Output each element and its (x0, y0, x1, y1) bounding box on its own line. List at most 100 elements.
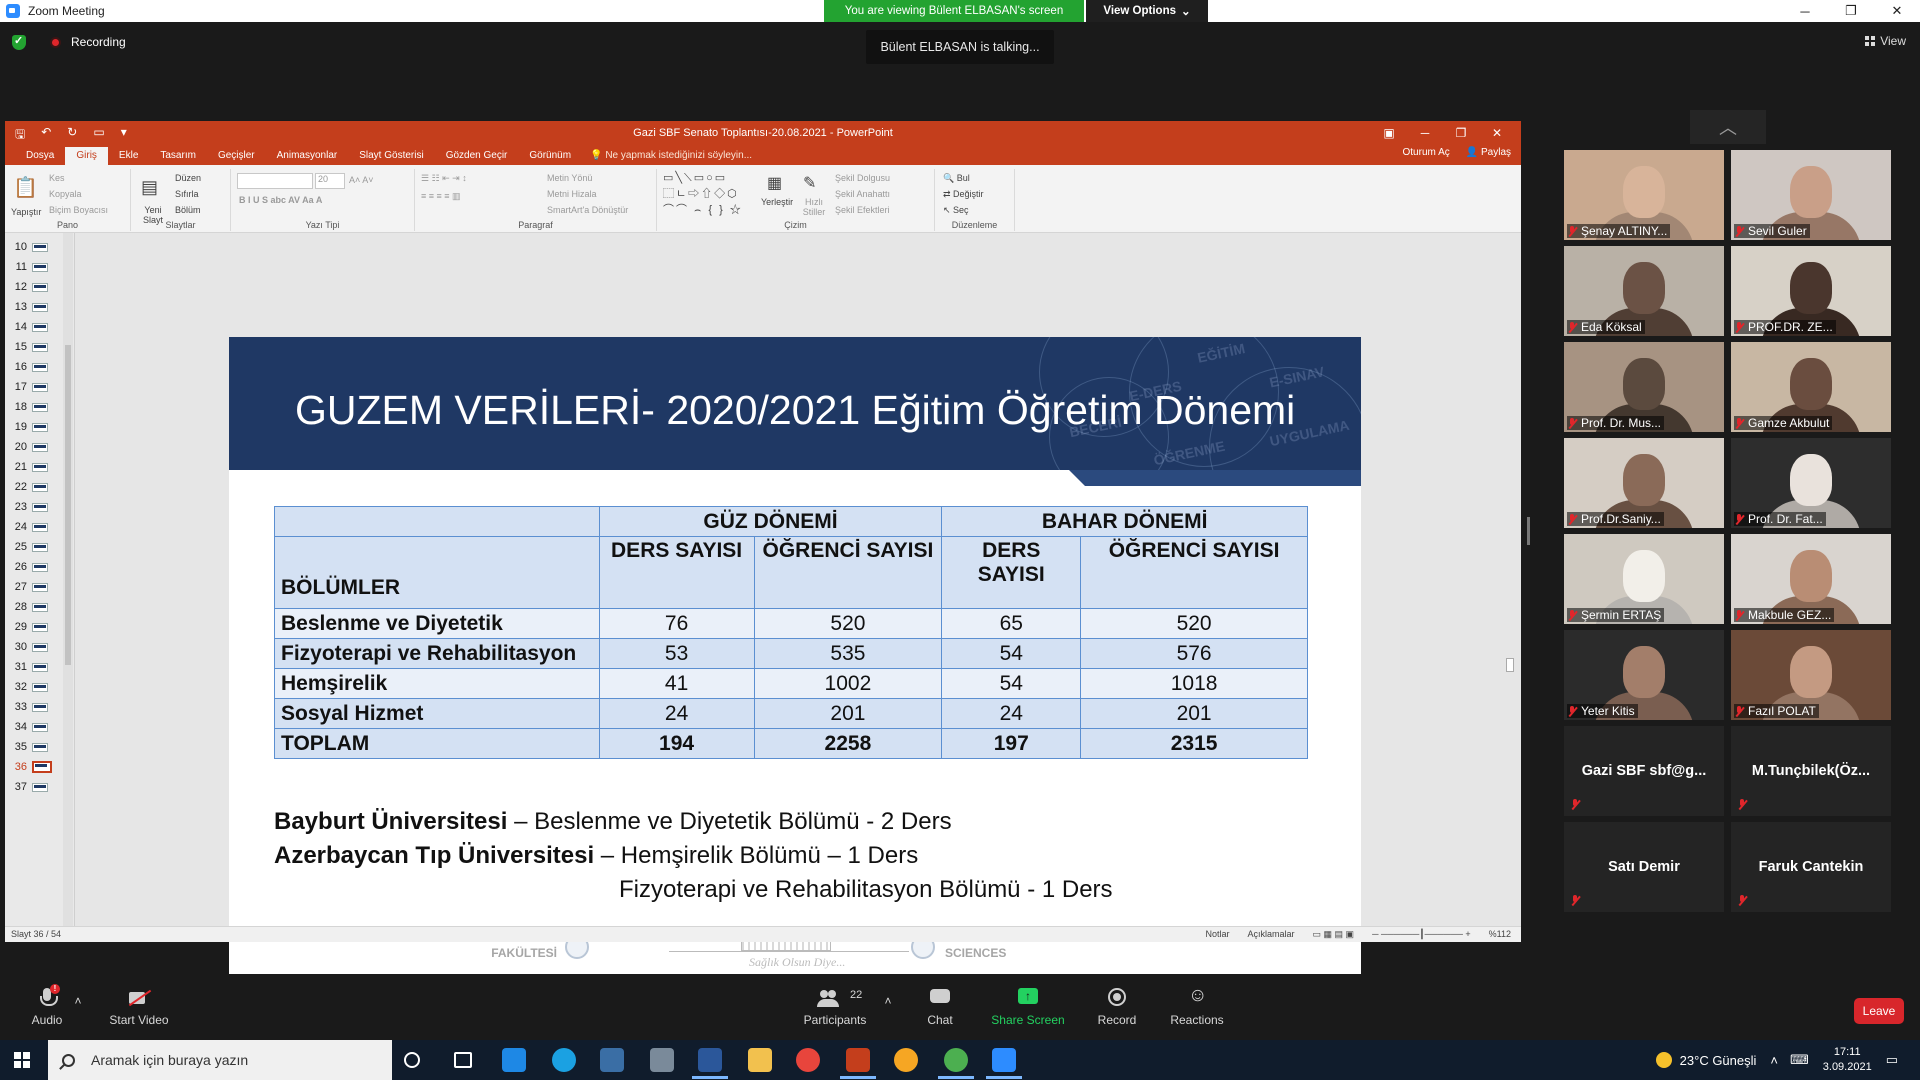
view-mode-icons[interactable]: ▭ ▦ ▤ ▣ (1313, 929, 1355, 940)
ppt-minimize-icon[interactable]: ─ (1407, 121, 1443, 145)
audio-options-caret[interactable]: ˄ (66, 994, 90, 1008)
undo-icon[interactable]: ↶ (41, 125, 51, 146)
reset-button[interactable]: Sıfırla (175, 189, 199, 199)
tab-animasyonlar[interactable]: Animasyonlar (266, 147, 349, 165)
participant-name-tile[interactable]: Faruk Cantekin (1731, 822, 1891, 912)
present-icon[interactable]: ▭ (93, 125, 104, 146)
sign-in-link[interactable]: Oturum Aç (1403, 147, 1450, 158)
shapes-gallery[interactable]: ▭╲⟍▭○▭ ⬚ㄴ⇨⇧◇⬡ ⌒⌒ ⌢ { } ☆ (663, 171, 743, 217)
slide-thumbnail[interactable]: 17 (5, 377, 61, 397)
scrollbar-thumb[interactable] (65, 345, 71, 665)
tab-gecisler[interactable]: Geçişler (207, 147, 266, 165)
taskbar-clock[interactable]: 17:11 3.09.2021 (1823, 1045, 1872, 1075)
calculator-icon[interactable] (650, 1048, 674, 1072)
comments-toggle[interactable]: Açıklamalar (1248, 929, 1295, 940)
paste-button[interactable]: Yapıştır (11, 207, 41, 217)
participant-video-tile[interactable]: Gamze Akbulut (1731, 342, 1891, 432)
taskbar-search-box[interactable]: Aramak için buraya yazın (48, 1040, 392, 1080)
font-size-field[interactable]: 20 (315, 173, 345, 189)
share-link[interactable]: 👤 Paylaş (1466, 147, 1511, 158)
slide-thumbnail[interactable]: 35 (5, 737, 61, 757)
slide-thumbnail[interactable]: 31 (5, 657, 61, 677)
participant-name-tile[interactable]: Gazi SBF sbf@g... (1564, 726, 1724, 816)
align-text-button[interactable]: Metni Hizala (547, 189, 597, 199)
slide-thumbnail[interactable]: 13 (5, 297, 61, 317)
zoom-slider[interactable]: ─ ──────┃────── + (1372, 929, 1471, 940)
slide-thumbnail[interactable]: 34 (5, 717, 61, 737)
slide-thumbnail[interactable]: 21 (5, 457, 61, 477)
font-name-field[interactable] (237, 173, 313, 189)
slide-thumbnail[interactable]: 10 (5, 237, 61, 257)
participant-video-tile[interactable]: Sevil Guler (1731, 150, 1891, 240)
copy-button[interactable]: Kopyala (49, 189, 82, 199)
view-button[interactable]: View (1865, 34, 1906, 48)
slide-thumbnail[interactable]: 11 (5, 257, 61, 277)
participants-caret[interactable]: ˄ (880, 994, 896, 1008)
arrange-button[interactable]: Yerleştir (761, 197, 793, 207)
share-screen-button[interactable]: Share Screen (990, 988, 1066, 1027)
zoom-taskbar-icon[interactable] (986, 1048, 1022, 1079)
layout-button[interactable]: Düzen (175, 173, 201, 183)
slide-thumbnail[interactable]: 23 (5, 497, 61, 517)
mail-icon[interactable] (502, 1048, 526, 1072)
customize-icon[interactable]: ▾ (121, 125, 127, 146)
slide-thumbnail[interactable]: 27 (5, 577, 61, 597)
section-button[interactable]: Bölüm (175, 205, 201, 215)
participant-name-tile[interactable]: M.Tunçbilek(Öz... (1731, 726, 1891, 816)
shape-outline-button[interactable]: Şekil Anahattı (835, 189, 890, 199)
slide-thumbnail[interactable]: 33 (5, 697, 61, 717)
keyboard-icon[interactable]: ⌨ (1790, 1052, 1809, 1068)
quick-styles-button[interactable]: Hızlı Stiller (799, 197, 829, 217)
participant-video-tile[interactable]: Eda Köksal (1564, 246, 1724, 336)
ppt-restore-icon[interactable]: ❐ (1443, 121, 1479, 145)
tab-slayt-gosterisi[interactable]: Slayt Gösterisi (348, 147, 434, 165)
windows-start-icon[interactable] (14, 1052, 30, 1068)
replace-button[interactable]: ⇄ Değiştir (943, 189, 984, 200)
powerpoint-icon[interactable] (840, 1048, 876, 1079)
slide-thumbnail[interactable]: 37 (5, 777, 61, 797)
slide-thumbnail[interactable]: 24 (5, 517, 61, 537)
chrome-icon[interactable] (938, 1048, 974, 1079)
smartart-button[interactable]: SmartArt'a Dönüştür (547, 205, 628, 215)
reactions-button[interactable]: Reactions (1168, 985, 1226, 1027)
select-button[interactable]: ↖ Seç (943, 205, 969, 216)
tray-chevron-icon[interactable]: ˄ (1770, 1053, 1778, 1068)
slide-thumbnail[interactable]: 36 (5, 757, 61, 777)
slide-thumbnail[interactable]: 30 (5, 637, 61, 657)
ppt-close-icon[interactable]: ✕ (1479, 121, 1515, 145)
tab-ekle[interactable]: Ekle (108, 147, 149, 165)
participant-name-tile[interactable]: Satı Demir (1564, 822, 1724, 912)
close-icon[interactable]: ✕ (1874, 0, 1920, 22)
thumbnail-scrollbar[interactable] (63, 233, 73, 926)
gallery-scroll-up-button[interactable]: ︿ (1690, 110, 1766, 144)
chat-button[interactable]: Chat (920, 988, 960, 1027)
slide-thumbnail[interactable]: 15 (5, 337, 61, 357)
tell-me-box[interactable]: 💡 Ne yapmak istediğinizi söyleyin... (590, 147, 752, 165)
participant-video-tile[interactable]: Makbule GEZ... (1731, 534, 1891, 624)
redo-icon[interactable]: ↻ (67, 125, 77, 146)
participant-video-tile[interactable]: Prof. Dr. Mus... (1564, 342, 1724, 432)
edge-icon[interactable] (552, 1048, 576, 1072)
chrome-profile-icon[interactable] (796, 1048, 820, 1072)
participant-video-tile[interactable]: Yeter Kitis (1564, 630, 1724, 720)
participant-video-tile[interactable]: Prof. Dr. Fat... (1731, 438, 1891, 528)
tab-dosya[interactable]: Dosya (15, 147, 65, 165)
find-button[interactable]: 🔍 Bul (943, 173, 970, 184)
slide-thumbnail[interactable]: 22 (5, 477, 61, 497)
slide-thumbnail[interactable]: 25 (5, 537, 61, 557)
audio-button[interactable]: ! Audio (28, 984, 66, 1027)
slide-thumbnail[interactable]: 20 (5, 437, 61, 457)
tab-gozden-gecir[interactable]: Gözden Geçir (435, 147, 519, 165)
tab-gorunum[interactable]: Görünüm (518, 147, 582, 165)
task-view-icon[interactable] (454, 1052, 472, 1068)
shape-fill-button[interactable]: Şekil Dolgusu (835, 173, 890, 183)
slide-thumbnail[interactable]: 29 (5, 617, 61, 637)
save-icon[interactable]: 🖫 (15, 125, 25, 146)
tab-giris[interactable]: Giriş (65, 147, 108, 165)
slide-vertical-scrollbar[interactable] (1505, 233, 1515, 893)
start-video-button[interactable]: Start Video (104, 988, 174, 1027)
ribbon-display-icon[interactable]: ▣ (1371, 121, 1407, 145)
notes-toggle[interactable]: Notlar (1206, 929, 1230, 940)
font-format-icons[interactable]: B I U S abc AV Aa A (239, 195, 322, 205)
participant-video-tile[interactable]: Prof.Dr.Saniy... (1564, 438, 1724, 528)
